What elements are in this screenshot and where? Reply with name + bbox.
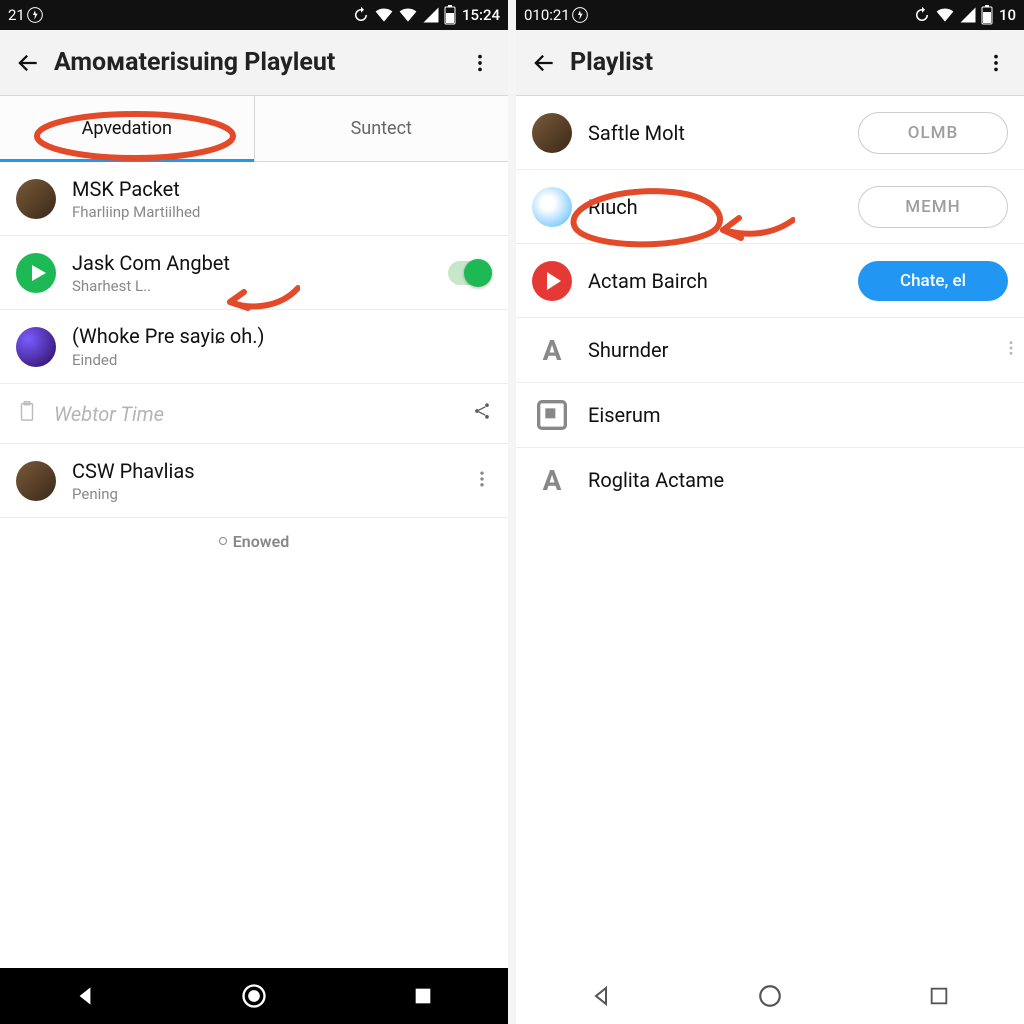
list-item-subtitle: Sharhest L.. <box>72 277 440 295</box>
nav-back[interactable] <box>57 968 113 1024</box>
clipboard-icon <box>16 398 38 429</box>
sync-icon <box>352 6 370 24</box>
nav-recent[interactable] <box>911 968 967 1024</box>
list-item-title: Roglita Actame <box>588 468 1008 492</box>
list-item-title: CSW Phavlias <box>72 459 464 483</box>
overflow-menu-button[interactable] <box>460 43 500 83</box>
wifi-icon-2 <box>398 5 418 25</box>
sync-icon <box>913 6 931 24</box>
list-item[interactable]: MSK Packet Fharliinp Martiilhed <box>0 162 508 236</box>
list-item-title: Actam Bairch <box>588 269 850 293</box>
list-item[interactable]: Eiserum <box>516 383 1024 448</box>
page-title: Playlist <box>570 48 976 77</box>
nav-home[interactable] <box>226 968 282 1024</box>
section-title: Webtor Time <box>54 402 164 426</box>
tab-suntect[interactable]: Suntect <box>255 96 509 161</box>
item-overflow-button[interactable] <box>472 469 492 493</box>
nav-home[interactable] <box>742 968 798 1024</box>
action-button[interactable]: MEMH <box>858 186 1008 228</box>
play-icon <box>16 253 56 293</box>
nav-recent[interactable] <box>395 968 451 1024</box>
avatar <box>532 187 572 227</box>
playlist-list: MSK Packet Fharliinp Martiilhed Jask Com… <box>0 162 508 551</box>
battery-icon <box>981 5 993 25</box>
youtube-icon <box>532 261 572 301</box>
nav-back[interactable] <box>573 968 629 1024</box>
app-bar: Amoмaterisuing Playleut <box>0 30 508 96</box>
status-text-right: 10 <box>999 6 1016 24</box>
list-item[interactable]: Actam Bairch Chate, el <box>516 244 1024 318</box>
list-item[interactable]: Jask Com Angbet Sharhest L.. <box>0 236 508 310</box>
arrow-left-icon <box>15 50 41 76</box>
list-item[interactable]: CSW Phavlias Pening <box>0 444 508 518</box>
tab-bar: Apvedation Suntect <box>0 96 508 162</box>
status-bar: 010:21 10 <box>516 0 1024 30</box>
list-item-subtitle: Einded <box>72 351 492 369</box>
list-item[interactable]: Saftle Molt OLMB <box>516 96 1024 170</box>
tab-label: Apvedation <box>82 118 172 139</box>
more-vert-icon <box>469 52 491 74</box>
avatar <box>532 113 572 153</box>
phone-left: 21 15:24 Amoмaterisuing Playleut Apvedat… <box>0 0 508 1024</box>
lightning-icon <box>27 7 43 23</box>
action-button[interactable]: OLMB <box>858 112 1008 154</box>
more-vert-icon[interactable] <box>1002 339 1020 361</box>
list-item-subtitle: Pening <box>72 485 464 503</box>
list-item-title: Eiserum <box>588 403 1008 427</box>
app-bar: Playlist <box>516 30 1024 96</box>
signal-icon <box>959 6 977 24</box>
toggle-switch[interactable] <box>448 261 492 285</box>
more-vert-icon <box>985 52 1007 74</box>
phone-right: 010:21 10 Playlist Saftle Molt OLMB <box>516 0 1024 1024</box>
avatar <box>16 179 56 219</box>
avatar <box>16 461 56 501</box>
signal-icon <box>422 6 440 24</box>
share-icon[interactable] <box>472 401 492 426</box>
arrow-left-icon <box>531 50 557 76</box>
back-button[interactable] <box>8 43 48 83</box>
section-header: Webtor Time <box>0 384 508 444</box>
status-time-left: 21 <box>8 6 25 24</box>
status-time-left: 010:21 <box>524 6 570 24</box>
avatar <box>16 327 56 367</box>
action-button-primary[interactable]: Chate, el <box>858 261 1008 301</box>
letter-avatar: A <box>532 330 572 370</box>
playlist-list: Saftle Molt OLMB Riuch MEMH Actam Bairch… <box>516 96 1024 512</box>
list-item[interactable]: A Shurnder <box>516 318 1024 383</box>
list-item-title: MSK Packet <box>72 177 492 201</box>
page-title: Amoмaterisuing Playleut <box>54 48 460 77</box>
back-button[interactable] <box>524 43 564 83</box>
overflow-menu-button[interactable] <box>976 43 1016 83</box>
lightning-icon <box>572 7 588 23</box>
list-item-subtitle: Fharliinp Martiilhed <box>72 203 492 221</box>
status-time-right: 15:24 <box>462 6 500 24</box>
list-item[interactable]: A Roglita Actame <box>516 448 1024 512</box>
nav-bar <box>516 968 1024 1024</box>
wifi-icon <box>935 5 955 25</box>
list-footer: Enowed <box>0 518 508 551</box>
list-item-title: Saftle Molt <box>588 121 850 145</box>
list-item[interactable]: (Whoke Pre sayiɕ oh.) Einded <box>0 310 508 384</box>
tab-label: Suntect <box>351 118 412 139</box>
list-item-title: Riuch <box>588 195 850 219</box>
nav-bar <box>0 968 508 1024</box>
battery-icon <box>444 5 456 25</box>
letter-avatar: A <box>532 460 572 500</box>
status-bar: 21 15:24 <box>0 0 508 30</box>
list-item-title: Jask Com Angbet <box>72 251 440 275</box>
square-icon <box>532 395 572 435</box>
list-item-title: Shurnder <box>588 338 1008 362</box>
list-item-title: (Whoke Pre sayiɕ oh.) <box>72 324 492 349</box>
tab-apvedation[interactable]: Apvedation <box>0 96 254 161</box>
wifi-icon <box>374 5 394 25</box>
list-item[interactable]: Riuch MEMH <box>516 170 1024 244</box>
